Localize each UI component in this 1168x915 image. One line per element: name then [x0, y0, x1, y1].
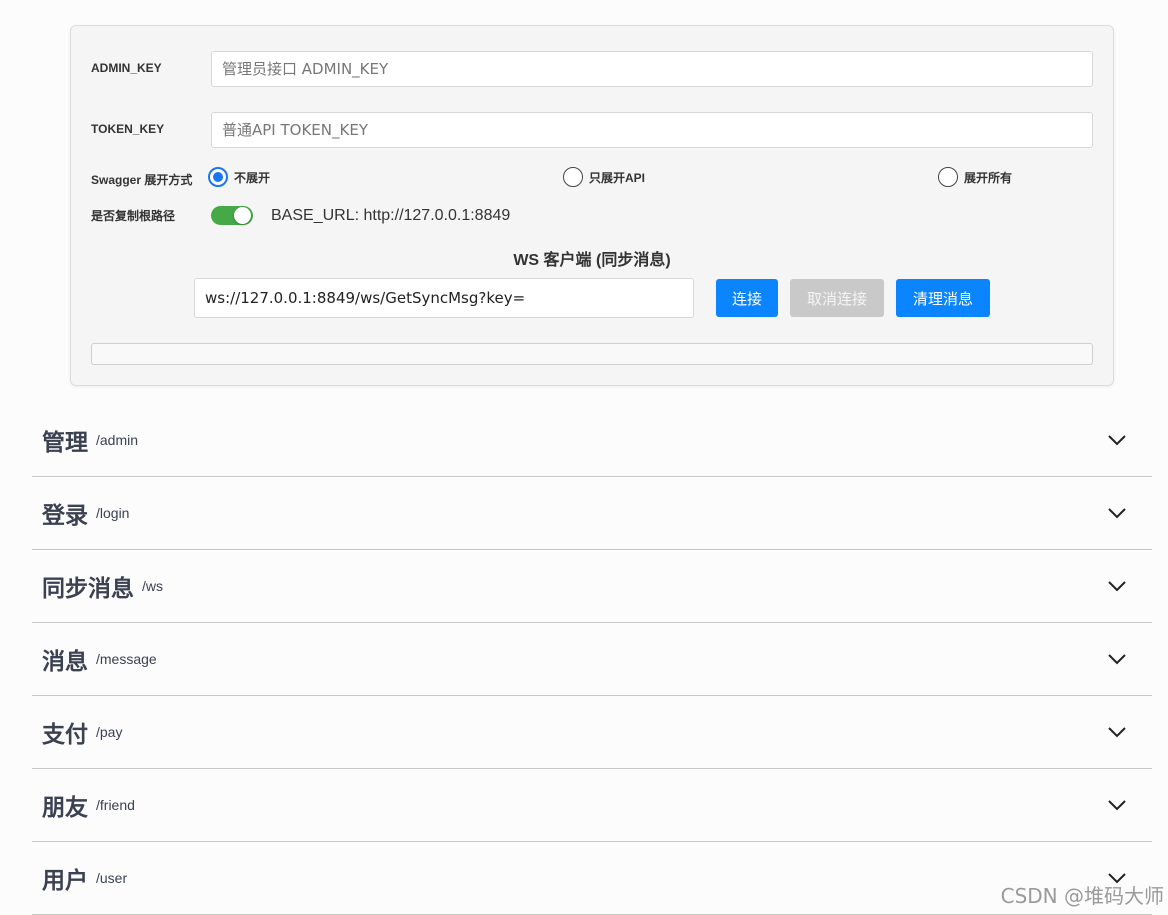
- disconnect-button[interactable]: 取消连接: [790, 279, 884, 317]
- section-user[interactable]: 用户 /user: [32, 842, 1152, 915]
- section-login[interactable]: 登录 /login: [32, 477, 1152, 550]
- copy-root-toggle[interactable]: [211, 206, 253, 225]
- section-path: /friend: [96, 797, 135, 813]
- config-panel: ADMIN_KEY TOKEN_KEY Swagger 展开方式 不展开 只展开…: [70, 25, 1114, 386]
- section-pay[interactable]: 支付 /pay: [32, 696, 1152, 769]
- radio-no-expand-label: 不展开: [234, 170, 271, 185]
- token-key-input[interactable]: [211, 112, 1093, 148]
- radio-unchecked-icon: [938, 167, 958, 187]
- radio-no-expand[interactable]: 不展开: [208, 166, 270, 188]
- section-path: /login: [96, 505, 130, 521]
- section-message[interactable]: 消息 /message: [32, 623, 1152, 696]
- section-title: 朋友: [42, 794, 88, 820]
- section-title: 支付: [42, 721, 88, 747]
- section-admin[interactable]: 管理 /admin: [32, 404, 1152, 477]
- clear-messages-button[interactable]: 清理消息: [896, 279, 990, 317]
- ws-client-title: WS 客户端 (同步消息): [513, 252, 671, 269]
- chevron-down-icon: [1108, 435, 1126, 446]
- admin-key-label: ADMIN_KEY: [91, 61, 162, 75]
- token-key-label: TOKEN_KEY: [91, 122, 165, 136]
- chevron-down-icon: [1108, 508, 1126, 519]
- admin-key-input[interactable]: [211, 51, 1093, 87]
- radio-expand-all[interactable]: 展开所有: [938, 166, 1012, 188]
- section-path: /admin: [96, 432, 139, 448]
- section-path: /pay: [96, 724, 123, 740]
- section-path: /user: [96, 870, 128, 886]
- chevron-down-icon: [1108, 654, 1126, 665]
- radio-unchecked-icon: [563, 167, 583, 187]
- radio-expand-all-label: 展开所有: [964, 170, 1013, 185]
- section-title: 消息: [42, 648, 88, 674]
- radio-checked-icon: [208, 167, 228, 187]
- chevron-down-icon: [1108, 581, 1126, 592]
- section-title: 同步消息: [42, 575, 134, 601]
- message-log[interactable]: [91, 343, 1093, 365]
- watermark: CSDN @堆码大师: [1000, 884, 1164, 908]
- connect-button[interactable]: 连接: [716, 279, 778, 317]
- section-path: /ws: [142, 578, 163, 594]
- section-title: 登录: [42, 502, 88, 528]
- chevron-down-icon: [1108, 800, 1126, 811]
- radio-expand-api-label: 只展开API: [589, 170, 646, 185]
- swagger-expand-label: Swagger 展开方式: [91, 173, 193, 187]
- chevron-down-icon: [1108, 727, 1126, 738]
- section-title: 用户: [42, 867, 88, 893]
- radio-expand-api[interactable]: 只展开API: [563, 166, 645, 188]
- copy-root-path-label: 是否复制根路径: [91, 209, 176, 223]
- ws-url-input[interactable]: [194, 278, 694, 318]
- base-url-text: BASE_URL: http://127.0.0.1:8849: [271, 207, 511, 224]
- toggle-knob: [234, 207, 251, 224]
- section-ws[interactable]: 同步消息 /ws: [32, 550, 1152, 623]
- api-section-list: 管理 /admin 登录 /login 同步消息 /ws 消息 /message…: [32, 404, 1152, 915]
- section-friend[interactable]: 朋友 /friend: [32, 769, 1152, 842]
- section-path: /message: [96, 651, 157, 667]
- section-title: 管理: [42, 429, 88, 455]
